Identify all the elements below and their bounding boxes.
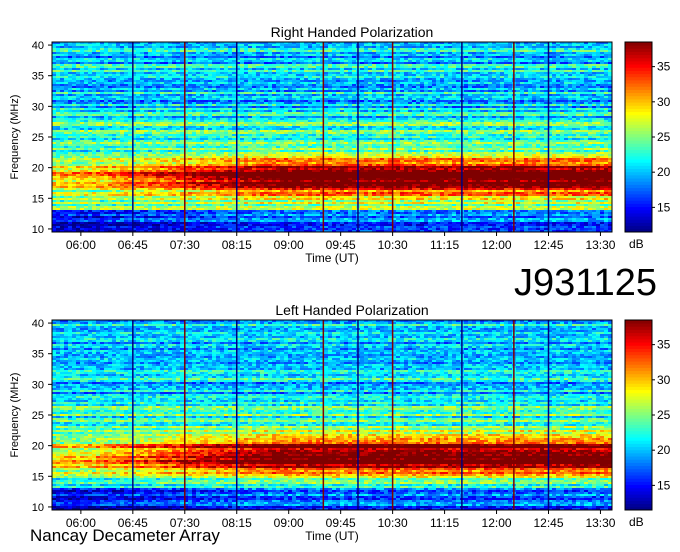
x-tick-label: 06:45 xyxy=(118,238,148,252)
colorbar-tick-label: 20 xyxy=(657,165,671,179)
colorbar-tick-label: 25 xyxy=(657,130,671,144)
y-tick-label: 20 xyxy=(32,163,44,175)
colorbar: 15 20 25 30 35 dB xyxy=(624,41,671,251)
panel-title: Left Handed Polarization xyxy=(275,302,428,318)
colorbar-tick-label: 35 xyxy=(657,338,671,352)
x-tick-label: 11:15 xyxy=(430,238,459,252)
colorbar-tick-label: 30 xyxy=(657,95,671,109)
panel-title: Right Handed Polarization xyxy=(271,24,434,40)
x-tick-label: 12:45 xyxy=(533,516,563,530)
x-tick-label: 13:30 xyxy=(585,238,615,252)
colorbar-tick-label: 35 xyxy=(657,60,671,74)
x-tick-label: 12:00 xyxy=(482,516,512,530)
y-tick-label: 40 xyxy=(32,40,44,52)
y-tick-label: 25 xyxy=(32,410,44,422)
x-tick-label: 08:15 xyxy=(222,238,252,252)
y-tick-label: 20 xyxy=(32,441,44,453)
colorbar-tick-label: 30 xyxy=(657,373,671,387)
colorbar-tick-label: 15 xyxy=(657,200,671,214)
colorbar-tick-label: 25 xyxy=(657,408,671,422)
y-tick-label: 25 xyxy=(32,132,44,144)
x-tick-label: 12:45 xyxy=(533,238,563,252)
spectrogram-panel-2: Left Handed Polarization 10 15 20 25 30 35 40 Fr… xyxy=(9,302,671,543)
y-axis-label: Frequency (MHz) xyxy=(9,95,21,180)
colorbar-tick-label: 15 xyxy=(657,478,671,492)
x-tick-label: 06:00 xyxy=(66,238,96,252)
colorbar-tick-label: 20 xyxy=(657,443,671,457)
x-tick-label: 08:15 xyxy=(222,516,252,530)
y-axis-label: Frequency (MHz) xyxy=(9,373,21,458)
event-id: J931125 xyxy=(514,262,657,305)
x-axis-label: Time (UT) xyxy=(305,529,359,543)
colorbar-unit: dB xyxy=(629,237,644,251)
x-tick-label: 10:30 xyxy=(378,238,408,252)
observatory-label: Nancay Decameter Array xyxy=(30,526,220,546)
x-tick-label: 09:00 xyxy=(274,238,304,252)
colorbar-unit: dB xyxy=(629,515,644,529)
heatmap-cells xyxy=(52,320,613,511)
y-tick-label: 35 xyxy=(32,349,44,361)
y-tick-label: 10 xyxy=(32,502,44,514)
y-tick-label: 30 xyxy=(32,101,44,113)
y-tick-label: 15 xyxy=(32,471,44,483)
x-tick-label: 07:30 xyxy=(170,238,200,252)
x-tick-label: 10:30 xyxy=(378,516,408,530)
x-tick-label: 13:30 xyxy=(585,516,615,530)
spectrogram-panel-1: Right Handed Polarization 10 15 20 25 30 35 40 F… xyxy=(9,24,671,265)
y-tick-label: 15 xyxy=(32,193,44,205)
x-axis-label: Time (UT) xyxy=(305,251,359,265)
y-tick-label: 35 xyxy=(32,71,44,83)
x-tick-label: 09:45 xyxy=(326,516,356,530)
heatmap-cells xyxy=(52,42,613,233)
x-tick-label: 11:15 xyxy=(430,516,459,530)
x-tick-label: 09:00 xyxy=(274,516,304,530)
x-tick-label: 12:00 xyxy=(482,238,512,252)
y-tick-label: 40 xyxy=(32,318,44,330)
colorbar: 15 20 25 30 35 dB xyxy=(624,319,671,529)
y-tick-label: 10 xyxy=(32,224,44,236)
x-tick-label: 09:45 xyxy=(326,238,356,252)
y-tick-label: 30 xyxy=(32,379,44,391)
